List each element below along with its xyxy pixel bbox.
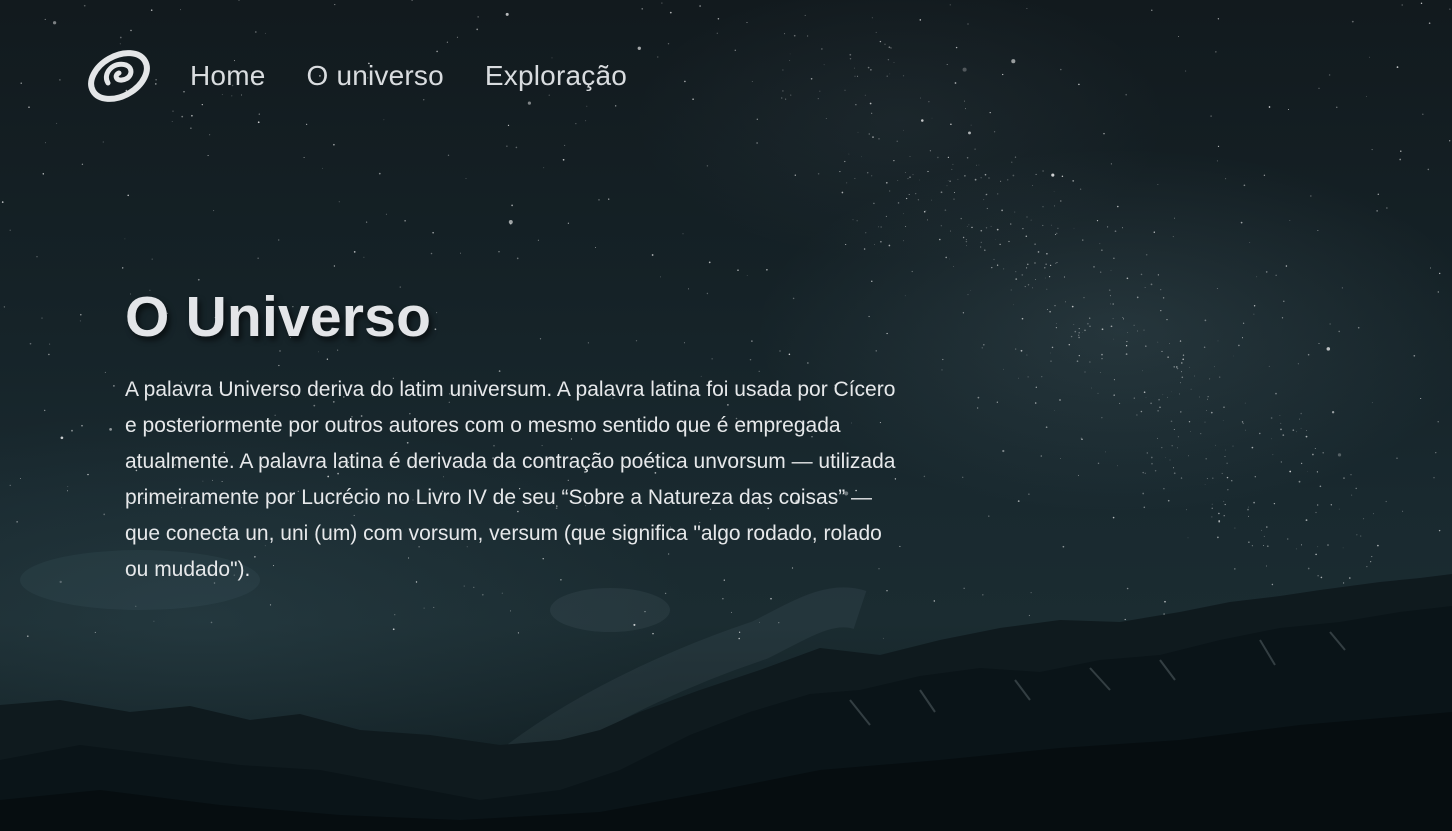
- nav-link-o-universo[interactable]: O universo: [307, 62, 444, 90]
- navbar: Home O universo Exploração: [88, 46, 668, 106]
- nav-link-home[interactable]: Home: [190, 62, 266, 90]
- hero-paragraph: A palavra Universo deriva do latim unive…: [125, 378, 896, 581]
- spiral-galaxy-icon[interactable]: [88, 47, 150, 105]
- nav-links: Home O universo Exploração: [190, 62, 668, 90]
- page: Home O universo Exploração O Universo A …: [0, 0, 1452, 831]
- hero-section: O Universo A palavra Universo deriva do …: [125, 282, 905, 588]
- page-title: O Universo: [125, 285, 432, 349]
- nav-link-exploracao[interactable]: Exploração: [485, 62, 627, 90]
